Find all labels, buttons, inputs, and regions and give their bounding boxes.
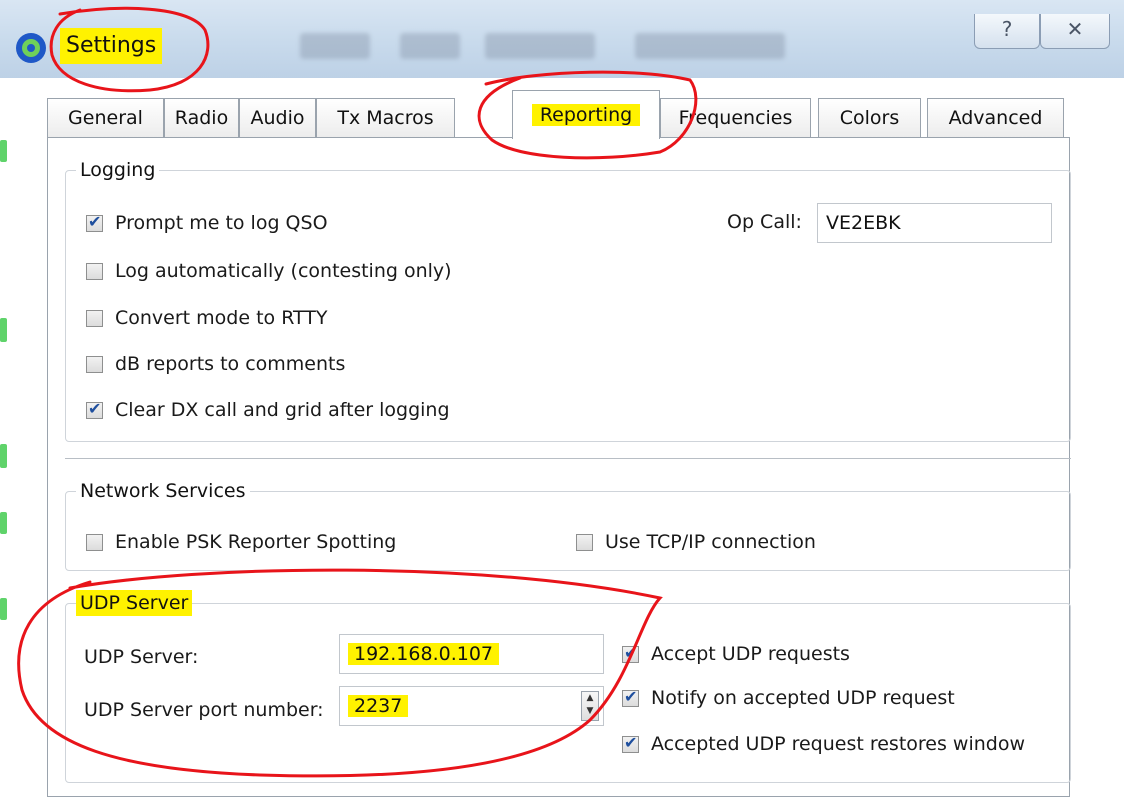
accept-udp-checkbox[interactable]: Accept UDP requests xyxy=(622,640,850,668)
title-bar[interactable]: Settings ? ✕ xyxy=(0,0,1124,78)
tab-frequencies[interactable]: Frequencies xyxy=(660,98,811,138)
checkbox-box[interactable] xyxy=(86,533,103,551)
background-mark xyxy=(0,512,7,534)
checkbox-box[interactable] xyxy=(622,733,639,753)
help-button[interactable]: ? xyxy=(974,14,1040,49)
clear-dx-checkbox[interactable]: Clear DX call and grid after logging xyxy=(86,396,450,424)
udp-server-value: 192.168.0.107 xyxy=(348,643,500,665)
tab-general[interactable]: General xyxy=(47,98,164,138)
help-icon: ? xyxy=(1001,17,1013,41)
logging-group: Logging Prompt me to log QSO Log automat… xyxy=(65,157,1071,442)
db-reports-checkbox[interactable]: dB reports to comments xyxy=(86,350,345,378)
notify-udp-checkbox[interactable]: Notify on accepted UDP request xyxy=(622,684,955,712)
close-button[interactable]: ✕ xyxy=(1040,14,1110,49)
background-mark xyxy=(0,444,7,468)
udp-server-group: UDP Server UDP Server: 192.168.0.107 UDP… xyxy=(65,590,1071,783)
checkbox-box[interactable] xyxy=(576,533,593,551)
section-divider xyxy=(65,458,1071,459)
background-mark xyxy=(0,598,7,620)
blurred-title-region xyxy=(485,33,595,59)
logging-group-title: Logging xyxy=(76,157,160,183)
tab-radio[interactable]: Radio xyxy=(164,98,239,138)
restore-window-checkbox[interactable]: Accepted UDP request restores window xyxy=(622,730,1025,758)
udp-port-value: 2237 xyxy=(348,695,409,717)
op-call-label: Op Call: xyxy=(727,211,802,233)
checkbox-box[interactable] xyxy=(622,643,639,663)
network-services-group-title: Network Services xyxy=(76,478,250,504)
udp-port-spinbox[interactable]: 2237 ▲ ▼ xyxy=(339,686,604,726)
network-services-group: Network Services Enable PSK Reporter Spo… xyxy=(65,478,1071,571)
blurred-title-region xyxy=(400,33,460,59)
spinner-arrows-icon[interactable]: ▲ ▼ xyxy=(581,691,599,721)
app-logo-icon xyxy=(16,33,46,63)
prompt-log-checkbox[interactable]: Prompt me to log QSO xyxy=(86,209,328,237)
blurred-title-region xyxy=(300,33,370,59)
tab-colors[interactable]: Colors xyxy=(818,98,921,138)
window-title: Settings xyxy=(60,28,163,64)
checkbox-box[interactable] xyxy=(86,262,103,280)
tab-reporting[interactable]: Reporting xyxy=(512,90,660,139)
background-mark xyxy=(0,140,7,162)
convert-rtty-checkbox[interactable]: Convert mode to RTTY xyxy=(86,304,328,332)
background-mark xyxy=(0,318,7,342)
checkbox-box[interactable] xyxy=(86,355,103,373)
op-call-input[interactable]: VE2EBK xyxy=(817,203,1052,243)
checkbox-box[interactable] xyxy=(86,212,103,232)
close-icon: ✕ xyxy=(1066,17,1084,41)
log-automatically-checkbox[interactable]: Log automatically (contesting only) xyxy=(86,257,452,285)
udp-port-label: UDP Server port number: xyxy=(84,699,324,721)
udp-server-group-title: UDP Server xyxy=(76,590,193,616)
checkbox-box[interactable] xyxy=(86,399,103,419)
checkbox-box[interactable] xyxy=(86,309,103,327)
psk-reporter-checkbox[interactable]: Enable PSK Reporter Spotting xyxy=(86,528,396,556)
checkbox-box[interactable] xyxy=(622,687,639,707)
tab-audio[interactable]: Audio xyxy=(239,98,316,138)
tcp-ip-checkbox[interactable]: Use TCP/IP connection xyxy=(576,528,816,556)
tab-tx-macros[interactable]: Tx Macros xyxy=(316,98,455,138)
tab-advanced[interactable]: Advanced xyxy=(927,98,1064,138)
udp-server-input[interactable]: 192.168.0.107 xyxy=(339,634,604,674)
udp-server-label: UDP Server: xyxy=(84,646,199,668)
blurred-title-region xyxy=(635,33,785,59)
